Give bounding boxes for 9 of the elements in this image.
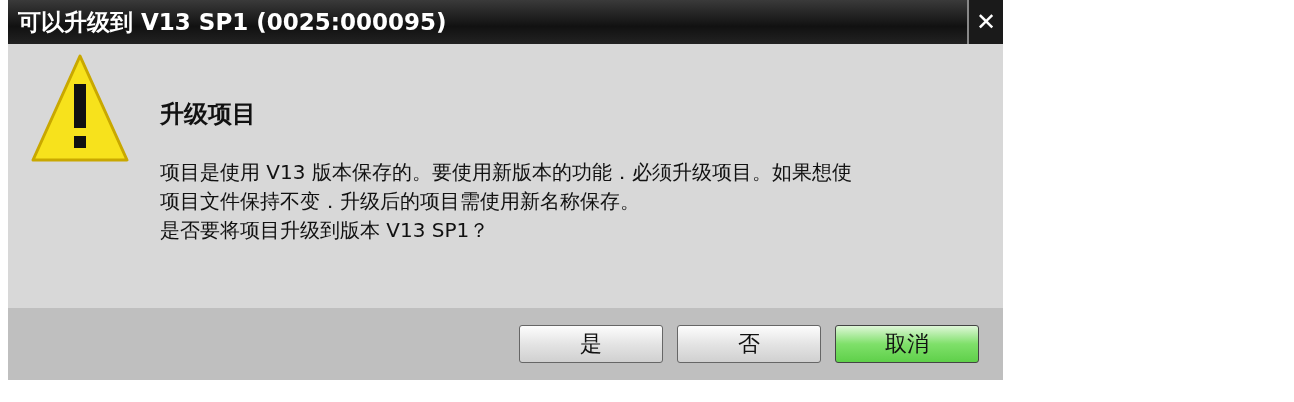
close-button[interactable]: ✕ <box>967 0 1003 44</box>
dialog-heading: 升级项目 <box>160 99 257 130</box>
dialog-button[interactable]: 是 <box>519 325 663 363</box>
window-title: 可以升级到 V13 SP1 (0025:000095) <box>17 7 447 37</box>
message-text: 项目是使用 V13 版本保存的。要使用新版本的功能．必须升级项目。如果想使 <box>160 159 852 186</box>
dialog-button[interactable]: 否 <box>677 325 821 363</box>
dialog-button[interactable]: 取消 <box>835 325 979 363</box>
message-text: 项目文件保持不变．升级后的项目需使用新名称保存。 <box>160 188 641 215</box>
message-text: 是否要将项目升级到版本 V13 SP1？ <box>160 217 491 244</box>
